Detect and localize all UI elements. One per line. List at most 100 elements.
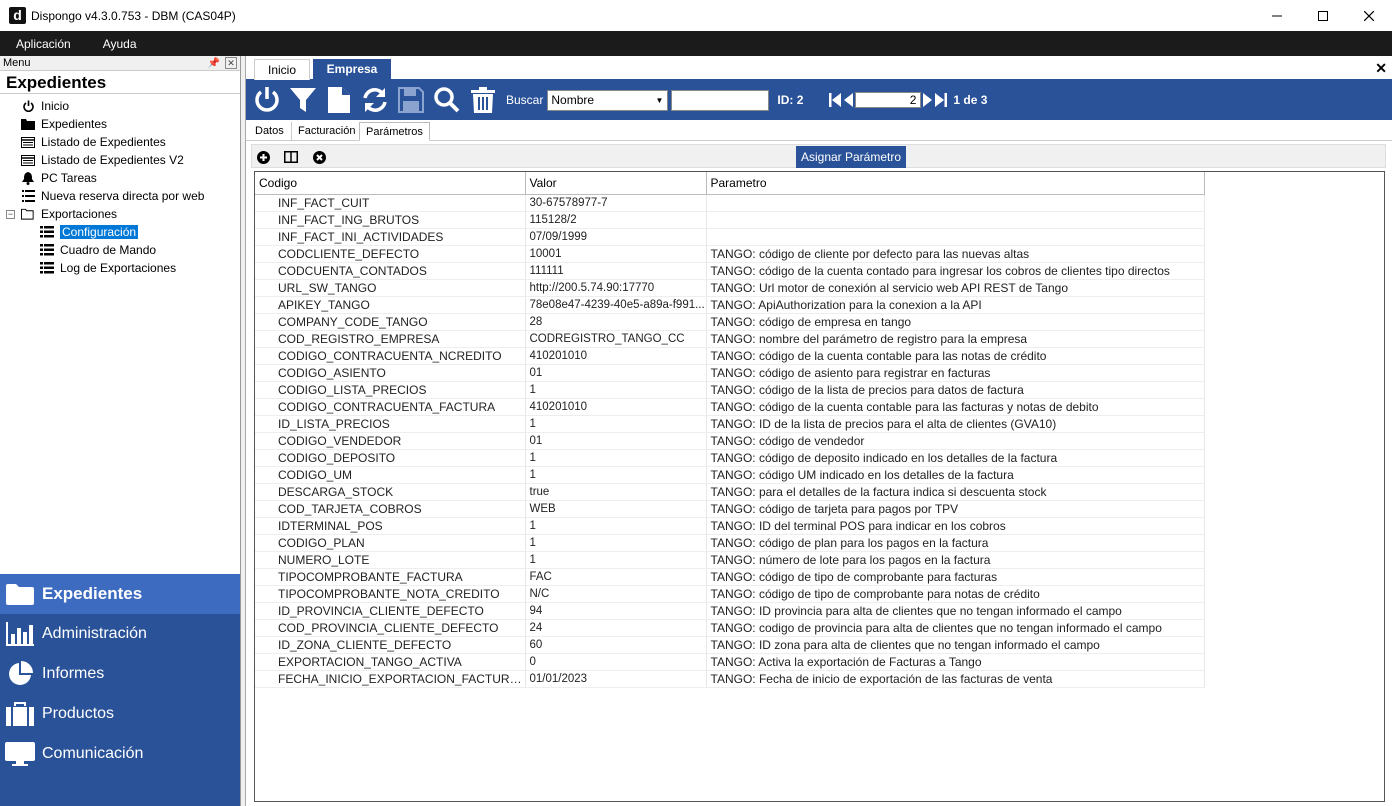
add-row-button[interactable] [254,148,272,166]
cell-valor[interactable]: 111111 [525,262,707,280]
cell-codigo[interactable]: CODIGO_VENDEDOR [255,432,526,450]
cell-codigo[interactable]: ID_ZONA_CLIENTE_DEFECTO [255,636,526,654]
cell-valor[interactable]: 1 [525,449,707,467]
cell-codigo[interactable]: CODCLIENTE_DEFECTO [255,245,526,263]
tree-item-exportaciones[interactable]: − Exportaciones [0,205,240,223]
cell-valor[interactable]: 24 [525,619,707,637]
cell-valor[interactable]: 1 [525,517,707,535]
cell-parametro[interactable] [706,194,1205,212]
cell-parametro[interactable]: TANGO: codigo de provincia para alta de … [706,619,1205,637]
tree-item-nueva-reserva[interactable]: Nueva reserva directa por web [0,187,240,205]
remove-row-button[interactable] [310,148,328,166]
cell-codigo[interactable]: ID_PROVINCIA_CLIENTE_DEFECTO [255,602,526,620]
table-row[interactable]: TIPOCOMPROBANTE_FACTURA FAC TANGO: código … [255,568,1205,586]
table-row[interactable]: CODIGO_DEPOSITO 1 TANGO: código de deposit… [255,449,1205,467]
close-panel-button[interactable]: ✕ [225,57,237,69]
tree-item-listado[interactable]: Listado de Expedientes [0,133,240,151]
cell-parametro[interactable]: TANGO: código de vendedor [706,432,1205,450]
table-row[interactable]: COMPANY_CODE_TANGO 28 TANGO: código de emp… [255,313,1205,331]
minimize-button[interactable] [1254,0,1300,31]
cell-parametro[interactable]: TANGO: código de la cuenta contable para… [706,398,1205,416]
next-page-icon[interactable] [923,92,933,108]
cell-codigo[interactable]: EXPORTACION_TANGO_ACTIVA [255,653,526,671]
cell-codigo[interactable]: DESCARGA_STOCK [255,483,526,501]
table-row[interactable]: CODIGO_UM 1 TANGO: código UM indicado en l… [255,466,1205,484]
cell-parametro[interactable]: TANGO: para el detalles de la factura in… [706,483,1205,501]
cell-codigo[interactable]: INF_FACT_ING_BRUTOS [255,211,526,229]
cell-parametro[interactable]: TANGO: Activa la exportación de Facturas… [706,653,1205,671]
cell-parametro[interactable]: TANGO: Url motor de conexión al servicio… [706,279,1205,297]
page-input[interactable]: 2 [855,92,922,108]
table-row[interactable]: COD_PROVINCIA_CLIENTE_DEFECTO 24 TANGO: co… [255,619,1205,637]
cell-codigo[interactable]: IDTERMINAL_POS [255,517,526,535]
maximize-button[interactable] [1300,0,1346,31]
cell-parametro[interactable]: TANGO: código de tarjeta para pagos por … [706,500,1205,518]
cell-valor[interactable]: 94 [525,602,707,620]
table-row[interactable]: CODIGO_CONTRACUENTA_FACTURA 410201010 TANG… [255,398,1205,416]
tree-item-inicio[interactable]: Inicio [0,97,240,115]
table-row[interactable]: ID_ZONA_CLIENTE_DEFECTO 60 TANGO: ID zona … [255,636,1205,654]
cell-codigo[interactable]: CODIGO_ASIENTO [255,364,526,382]
cell-valor[interactable]: 1 [525,415,707,433]
cell-parametro[interactable]: TANGO: código UM indicado en los detalle… [706,466,1205,484]
cell-parametro[interactable]: TANGO: ID de la lista de precios para el… [706,415,1205,433]
cell-valor[interactable]: 30-67578977-7 [525,194,707,212]
cell-codigo[interactable]: APIKEY_TANGO [255,296,526,314]
table-row[interactable]: CODIGO_VENDEDOR 01 TANGO: código de vended… [255,432,1205,450]
cell-parametro[interactable]: TANGO: ID zona para alta de clientes que… [706,636,1205,654]
table-row[interactable]: INF_FACT_CUIT 30-67578977-7 [255,194,1205,212]
nav-productos[interactable]: Productos [0,694,240,734]
cell-parametro[interactable]: TANGO: código de tipo de comprobante par… [706,568,1205,586]
cell-parametro[interactable]: TANGO: ID del terminal POS para indicar … [706,517,1205,535]
cell-parametro[interactable]: TANGO: Fecha de inicio de exportación de… [706,670,1205,688]
save-button[interactable] [394,82,428,118]
cell-codigo[interactable]: CODIGO_LISTA_PRECIOS [255,381,526,399]
cell-valor[interactable]: 410201010 [525,398,707,416]
cell-codigo[interactable]: CODIGO_UM [255,466,526,484]
table-row[interactable]: FECHA_INICIO_EXPORTACION_FACTURAS 01/01/2… [255,670,1205,688]
collapse-toggle[interactable]: − [6,209,15,219]
cell-parametro[interactable]: TANGO: ApiAuthorization para la conexion… [706,296,1205,314]
col-header-parametro[interactable]: Parametro [706,172,1205,195]
cell-valor[interactable]: http://200.5.74.90:17770 [525,279,707,297]
cell-codigo[interactable]: TIPOCOMPROBANTE_FACTURA [255,568,526,586]
table-row[interactable]: INF_FACT_INI_ACTIVIDADES 07/09/1999 [255,228,1205,246]
cell-parametro[interactable]: TANGO: código de la lista de precios par… [706,381,1205,399]
cell-valor[interactable]: 1 [525,381,707,399]
cell-parametro[interactable]: TANGO: nombre del parámetro de registro … [706,330,1205,348]
nav-informes[interactable]: Informes [0,654,240,694]
cell-valor[interactable]: 1 [525,534,707,552]
columns-button[interactable] [282,148,300,166]
cell-valor[interactable]: WEB [525,500,707,518]
table-row[interactable]: COD_TARJETA_COBROS WEB TANGO: código de ta… [255,500,1205,518]
search-button[interactable] [430,82,464,118]
cell-codigo[interactable]: CODCUENTA_CONTADOS [255,262,526,280]
cell-codigo[interactable]: NUMERO_LOTE [255,551,526,569]
filter-button[interactable] [286,82,320,118]
table-row[interactable]: NUMERO_LOTE 1 TANGO: número de lote para l… [255,551,1205,569]
cell-valor[interactable]: 0 [525,653,707,671]
table-row[interactable]: EXPORTACION_TANGO_ACTIVA 0 TANGO: Activa l… [255,653,1205,671]
table-row[interactable]: CODIGO_LISTA_PRECIOS 1 TANGO: código de la… [255,381,1205,399]
cell-parametro[interactable]: TANGO: código de cliente por defecto par… [706,245,1205,263]
cell-codigo[interactable]: INF_FACT_INI_ACTIVIDADES [255,228,526,246]
cell-parametro[interactable] [706,228,1205,246]
cell-valor[interactable]: 1 [525,551,707,569]
delete-button[interactable] [466,82,500,118]
cell-codigo[interactable]: CODIGO_PLAN [255,534,526,552]
table-row[interactable]: APIKEY_TANGO 78e08e47-4239-40e5-a89a-f991… [255,296,1205,314]
cell-parametro[interactable]: TANGO: código de deposito indicado en lo… [706,449,1205,467]
assign-parameter-button[interactable]: Asignar Parámetro [796,146,906,168]
menu-aplicacion[interactable]: Aplicación [0,37,87,51]
table-row[interactable]: CODIGO_CONTRACUENTA_NCREDITO 410201010 TAN… [255,347,1205,365]
cell-valor[interactable]: true [525,483,707,501]
cell-parametro[interactable]: TANGO: código de asiento para registrar … [706,364,1205,382]
first-page-icon[interactable] [829,92,842,108]
table-row[interactable]: IDTERMINAL_POS 1 TANGO: ID del terminal PO… [255,517,1205,535]
cell-parametro[interactable]: TANGO: código de plan para los pagos en … [706,534,1205,552]
cell-valor[interactable]: FAC [525,568,707,586]
power-button[interactable] [250,82,284,118]
cell-parametro[interactable]: TANGO: código de la cuenta contado para … [706,262,1205,280]
table-row[interactable]: CODCLIENTE_DEFECTO 10001 TANGO: código de … [255,245,1205,263]
cell-valor[interactable]: 115128/2 [525,211,707,229]
